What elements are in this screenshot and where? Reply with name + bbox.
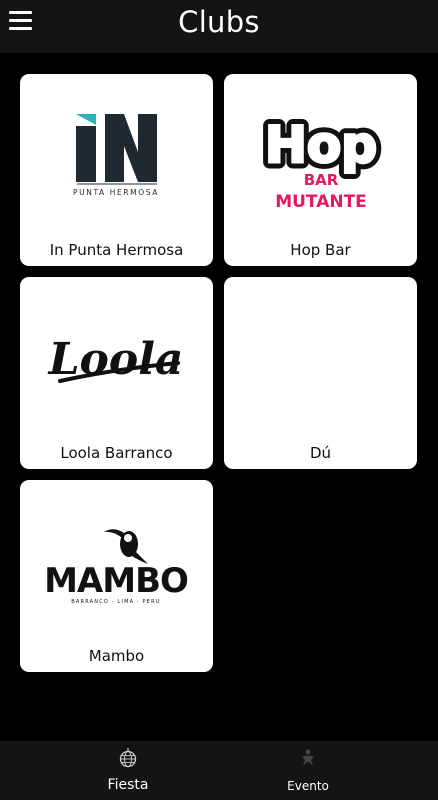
svg-text:MUTANTE: MUTANTE [275,192,367,212]
club-name: Hop Bar [290,241,351,259]
disco-ball-icon [119,748,137,768]
bottom-navigation: Fiesta Evento [0,741,438,800]
app-bar: Clubs [0,0,438,53]
hop-bar-logo: Hop Hop BAR MUTANTE [259,110,384,213]
page-title: Clubs [178,5,260,39]
svg-text:BARRANCO · LIMA · PERU: BARRANCO · LIMA · PERU [71,599,160,605]
in-punta-hermosa-logo: PUNTA HERMOSA [73,114,159,197]
svg-text:Hop: Hop [265,116,377,174]
club-name: Mambo [88,647,145,665]
club-card-hop-bar[interactable]: Hop Hop BAR MUTANTE Hop Bar [224,74,417,266]
club-card-loola-barranco[interactable]: Loola Loola Barranco [20,277,213,469]
club-card-in-punta-hermosa[interactable]: PUNTA HERMOSA In Punta Hermosa [20,74,213,266]
mambo-logo: MAMBO BARRANCO · LIMA · PERU [44,529,189,605]
svg-text:BAR: BAR [304,171,339,189]
club-name: In Punta Hermosa [49,241,184,259]
event-icon [302,749,314,766]
svg-text:MAMBO: MAMBO [44,561,188,601]
svg-text:PUNTA HERMOSA: PUNTA HERMOSA [73,188,159,197]
nav-label: Evento [287,779,329,793]
nav-tab-evento[interactable]: Evento [228,741,388,800]
nav-label: Fiesta [107,777,149,793]
club-name: Dú [309,444,332,462]
nav-tab-fiesta[interactable]: Fiesta [48,741,208,800]
club-name: Loola Barranco [60,444,173,462]
loola-logo: Loola [47,334,184,385]
club-card-mambo[interactable]: MAMBO BARRANCO · LIMA · PERU Mambo [20,480,213,672]
svg-text:Loola: Loola [47,334,184,385]
club-card-du[interactable]: Dú [224,277,417,469]
